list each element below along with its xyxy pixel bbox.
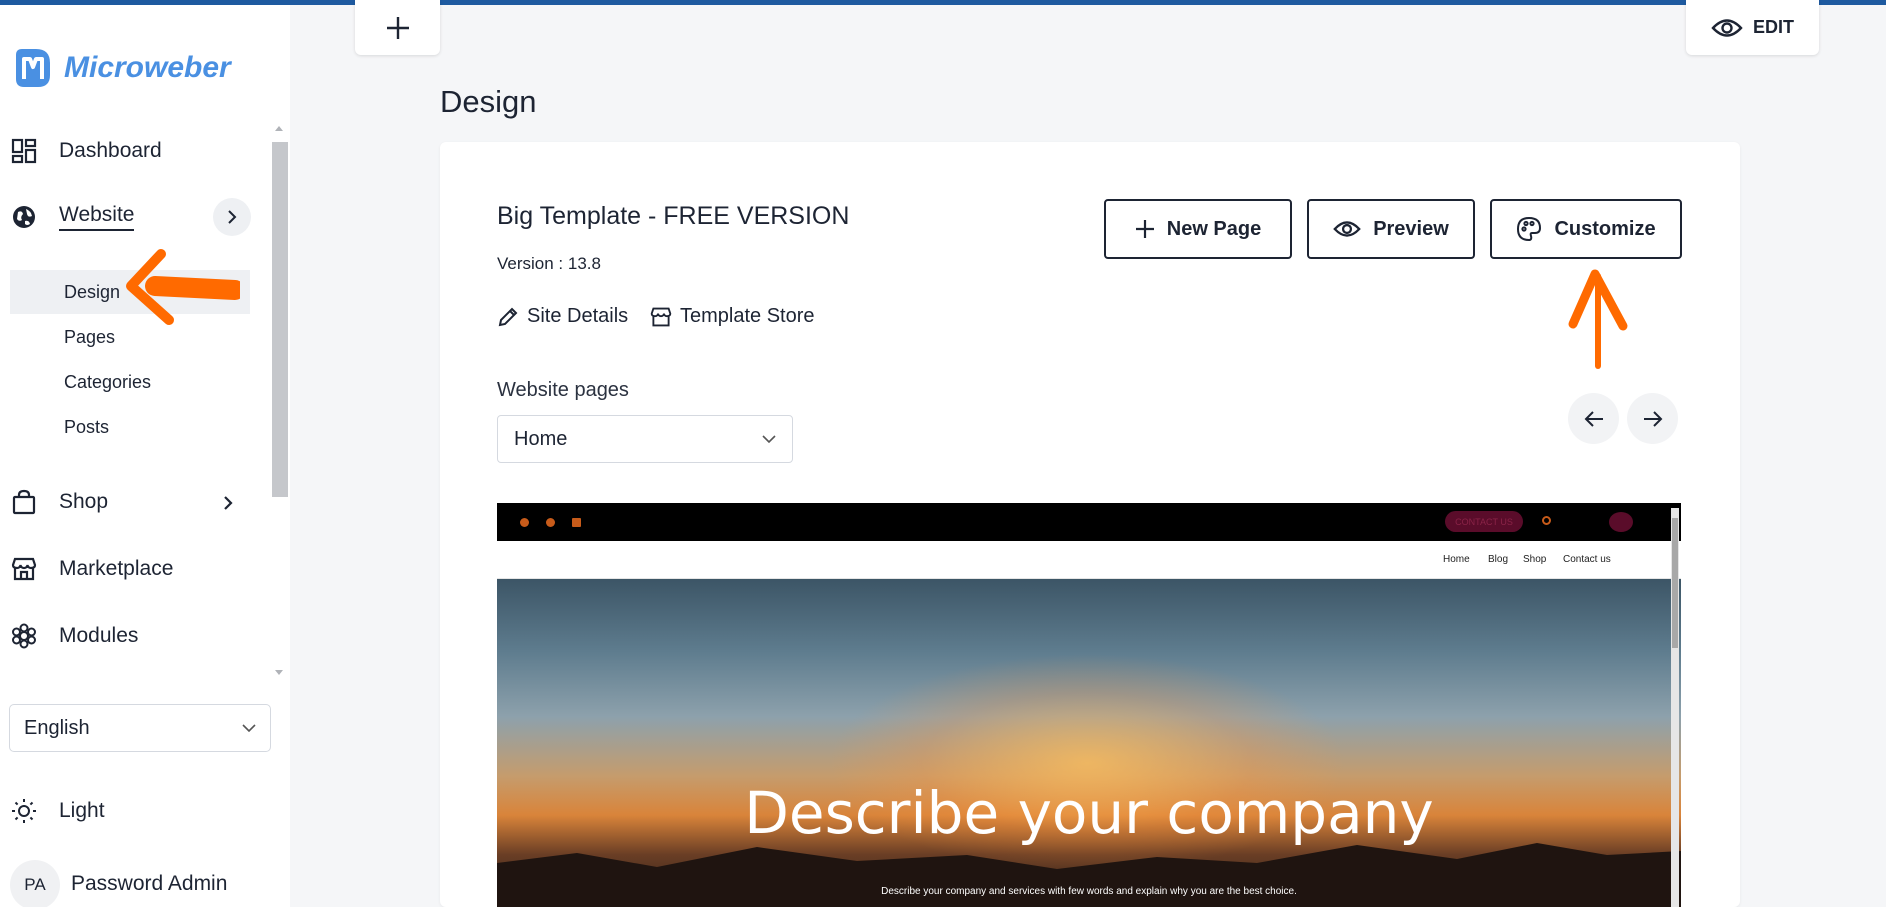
eye-icon <box>1333 221 1361 237</box>
plus-icon <box>1135 220 1154 238</box>
template-store-link[interactable]: Template Store <box>650 305 815 328</box>
microweber-logo-icon <box>16 49 50 87</box>
preview-nav-link: Shop <box>1523 554 1547 565</box>
user-name[interactable]: Password Admin <box>71 872 227 896</box>
plus-icon <box>386 16 409 39</box>
prev-arrow-button[interactable] <box>1568 393 1619 444</box>
template-version: Version : 13.8 <box>497 254 601 273</box>
sidebar-item-marketplace[interactable]: Marketplace <box>10 547 250 591</box>
customize-button[interactable]: Customize <box>1490 199 1682 259</box>
sidebar-item-modules[interactable]: Modules <box>10 614 250 658</box>
shopping-bag-icon <box>10 488 38 516</box>
preview-nav-link: Contact us <box>1563 554 1611 565</box>
preview-scroll-thumb[interactable] <box>1672 518 1678 648</box>
sidebar-subitem-posts[interactable]: Posts <box>10 405 250 449</box>
modules-icon <box>10 622 38 650</box>
sidebar-item-label: Shop <box>59 490 109 513</box>
preview-hero-subtitle: Describe your company and services with … <box>881 886 1297 897</box>
preview-hero-title: Describe your company <box>744 779 1434 847</box>
website-pages-select[interactable]: Home <box>497 415 793 463</box>
chevron-down-icon <box>242 723 256 732</box>
sidebar-scroll-thumb[interactable] <box>272 142 288 497</box>
annotation-arrow-up-icon <box>1568 269 1628 369</box>
page-title: Design <box>440 84 537 119</box>
site-details-link[interactable]: Site Details <box>497 305 628 328</box>
edit-button[interactable]: EDIT <box>1686 0 1819 55</box>
preview-nav-link: Home <box>1443 554 1470 565</box>
scroll-down-icon[interactable] <box>275 670 283 676</box>
facebook-icon <box>520 518 529 527</box>
sidebar-item-label: Marketplace <box>59 557 174 580</box>
arrow-right-icon <box>1643 410 1662 427</box>
dashboard-icon <box>10 137 38 165</box>
template-title: Big Template - FREE VERSION <box>497 202 850 230</box>
chevron-right-icon[interactable] <box>222 496 234 510</box>
sidebar: Microweber Dashboard Website Design Page… <box>0 5 290 907</box>
store-icon <box>10 555 38 583</box>
sidebar-item-label: Modules <box>59 624 139 647</box>
palette-icon <box>1517 216 1542 242</box>
arrow-left-icon <box>1584 410 1603 427</box>
eye-icon <box>1711 18 1743 37</box>
brand-name: Microweber <box>64 51 231 84</box>
chevron-right-icon <box>228 210 237 224</box>
sun-icon <box>10 797 38 825</box>
theme-label: Light <box>59 799 105 822</box>
annotation-arrow-left-icon <box>126 249 240 325</box>
theme-toggle[interactable]: Light <box>10 789 250 833</box>
sidebar-item-shop[interactable]: Shop <box>10 480 250 524</box>
chevron-down-icon <box>762 434 776 443</box>
preview-nav-link: Blog <box>1488 554 1509 565</box>
add-button[interactable] <box>355 0 440 55</box>
language-select[interactable]: English <box>9 704 271 752</box>
store-icon <box>650 307 672 326</box>
preview-contact-button: CONTACT US <box>1445 511 1523 532</box>
next-arrow-button[interactable] <box>1627 393 1678 444</box>
pencil-icon <box>498 307 518 326</box>
globe-icon <box>10 203 38 231</box>
brand-logo[interactable]: Microweber <box>10 45 231 91</box>
scroll-up-icon[interactable] <box>275 125 283 131</box>
sidebar-item-dashboard[interactable]: Dashboard <box>10 129 250 173</box>
template-preview[interactable]: CONTACT US Home Blog Shop Contact us Des… <box>497 503 1681 907</box>
search-icon <box>1542 516 1551 525</box>
linkedin-icon <box>572 518 581 527</box>
preview-button[interactable]: Preview <box>1307 199 1475 259</box>
new-page-button[interactable]: New Page <box>1104 199 1292 259</box>
template-card: Big Template - FREE VERSION Version : 13… <box>440 142 1740 907</box>
sidebar-item-label: Dashboard <box>59 139 162 162</box>
website-pages-label: Website pages <box>497 379 629 401</box>
sidebar-item-label: Website <box>59 203 135 231</box>
twitter-icon <box>546 518 555 527</box>
sidebar-subitem-categories[interactable]: Categories <box>10 360 250 404</box>
website-expand-button[interactable] <box>213 198 251 236</box>
preview-user-icon <box>1609 512 1633 532</box>
avatar[interactable]: PA <box>10 860 60 907</box>
